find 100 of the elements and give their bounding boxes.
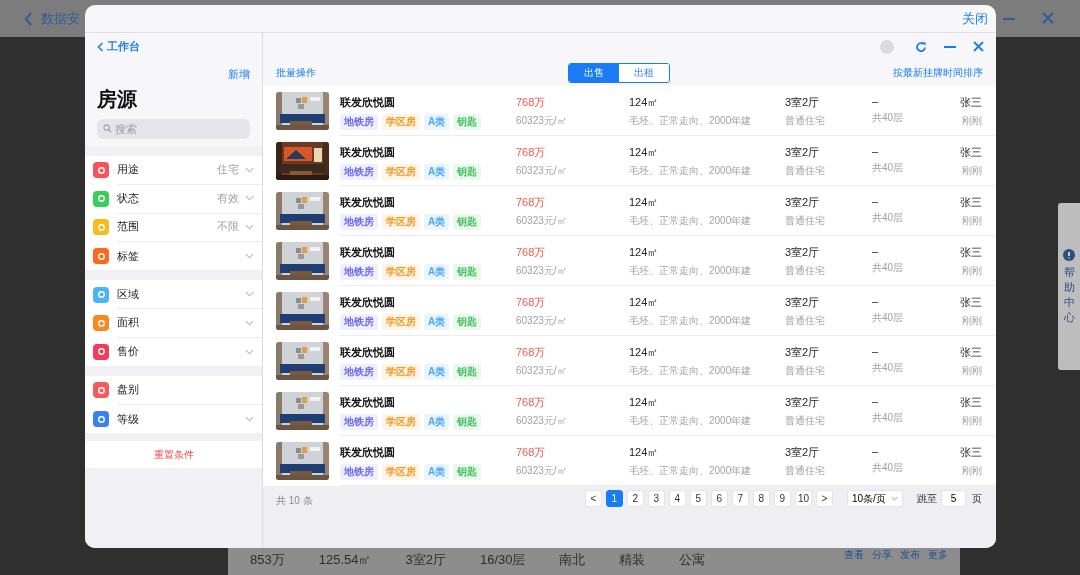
tag: 地铁房 [340, 464, 378, 480]
filter-item[interactable]: 状态 有效 [85, 184, 262, 214]
floor-total: 共40层 [872, 261, 905, 275]
prev-page-button[interactable]: < [584, 490, 602, 507]
floor: – [872, 295, 880, 307]
property-type: 普通住宅 [785, 464, 826, 478]
floor: – [872, 445, 880, 457]
floor-total: 共40层 [872, 311, 905, 325]
floor: – [872, 95, 880, 107]
tag: 钥匙 [453, 364, 482, 380]
listing-row[interactable]: 联发欣悦圆 地铁房 学区房 A类 钥匙 768万 60323元/㎡ 124㎡ 毛坯、正常走向、2000年建 3室2厅 普通住宅 – 共40层 张三 刚刚 [263, 186, 996, 236]
listing-row[interactable]: 联发欣悦圆 地铁房 学区房 A类 钥匙 768万 60323元/㎡ 124㎡ 毛坯、正常走向、2000年建 3室2厅 普通住宅 – 共40层 张三 刚刚 [263, 336, 996, 386]
agent-name: 张三 [960, 95, 982, 110]
page-button[interactable]: 7 [731, 490, 749, 507]
time-label: 刚刚 [962, 214, 982, 228]
listing-title: 联发欣悦圆 [340, 95, 396, 110]
floor-total: 共40层 [872, 461, 905, 475]
page-button[interactable]: 4 [668, 490, 686, 507]
filter-item[interactable]: 标签 [85, 241, 262, 271]
filter-item[interactable]: 盘别 [85, 376, 262, 405]
property-type: 普通住宅 [785, 364, 826, 378]
listing-row[interactable]: 联发欣悦圆 地铁房 学区房 A类 钥匙 768万 60323元/㎡ 124㎡ 毛坯、正常走向、2000年建 3室2厅 普通住宅 – 共40层 张三 刚刚 [263, 386, 996, 436]
filter-item[interactable]: 区域 [85, 280, 262, 309]
page-size-select[interactable]: 10条/页 [847, 490, 903, 507]
page-button[interactable]: 6 [710, 490, 728, 507]
filter-item[interactable]: 等级 [85, 404, 262, 434]
info-icon [1063, 249, 1075, 261]
page-button[interactable]: 8 [752, 490, 770, 507]
back-link[interactable]: 工作台 [97, 39, 140, 54]
sort-link[interactable]: 按最新挂牌时间排序 [893, 66, 983, 80]
listing-value: 3室2厅 [405, 551, 446, 569]
unit-price: 60323元/㎡ [516, 114, 568, 128]
listing-row[interactable]: 联发欣悦圆 地铁房 学区房 A类 钥匙 768万 60323元/㎡ 124㎡ 毛坯、正常走向、2000年建 3室2厅 普通住宅 – 共40层 张三 刚刚 [263, 236, 996, 286]
price: 768万 [516, 445, 547, 460]
reset-button[interactable]: 重置条件 [147, 446, 200, 463]
filter-item[interactable]: 范围 不限 [85, 213, 262, 242]
tag: 钥匙 [453, 264, 482, 280]
filter-value: 住宅 [217, 162, 239, 178]
close-icon[interactable] [973, 41, 984, 52]
next-page-button[interactable]: > [816, 490, 833, 507]
tag: 地铁房 [340, 414, 378, 430]
area: 124㎡ [629, 395, 785, 410]
listing-value: 16/30层 [479, 551, 526, 569]
tag: 钥匙 [453, 414, 482, 430]
tag: 学区房 [382, 114, 420, 130]
tag: A类 [424, 114, 450, 130]
chevron-down-icon [891, 496, 898, 501]
search-field[interactable]: 搜索 [97, 119, 250, 139]
filter-item[interactable]: 面积 [85, 308, 262, 338]
tag: A类 [424, 214, 450, 230]
unit-price: 60323元/㎡ [516, 414, 568, 428]
segment-tab[interactable]: 出售 [569, 64, 619, 82]
segment-tab[interactable]: 出租 [619, 64, 669, 82]
listing-title: 联发欣悦圆 [340, 195, 396, 210]
listing-row[interactable]: 联发欣悦圆 地铁房 学区房 A类 钥匙 768万 60323元/㎡ 124㎡ 毛坯、正常走向、2000年建 3室2厅 普通住宅 – 共40层 张三 刚刚 [263, 136, 996, 186]
area-details: 毛坯、正常走向、2000年建 [629, 114, 753, 128]
area: 124㎡ [629, 195, 785, 210]
tag: 学区房 [382, 164, 420, 180]
area: 124㎡ [629, 345, 785, 360]
tag: A类 [424, 264, 450, 280]
agent-name: 张三 [960, 245, 982, 260]
unit-price: 60323元/㎡ [516, 314, 568, 328]
agent-name: 张三 [960, 145, 982, 160]
tag: A类 [424, 314, 450, 330]
unit-price: 60323元/㎡ [516, 164, 568, 178]
listing-row[interactable]: 联发欣悦圆 地铁房 学区房 A类 钥匙 768万 60323元/㎡ 124㎡ 毛坯、正常走向、2000年建 3室2厅 普通住宅 – 共40层 张三 刚刚 [263, 286, 996, 336]
filter-item[interactable]: 用途 住宅 [85, 156, 262, 185]
price: 768万 [516, 345, 547, 360]
page-button[interactable]: 1 [605, 490, 623, 507]
price: 768万 [516, 295, 547, 310]
floor-total: 共40层 [872, 361, 905, 375]
floor-total: 共40层 [872, 211, 905, 225]
page-button[interactable]: 2 [626, 490, 644, 507]
floor: – [872, 345, 880, 357]
page-button[interactable]: 3 [647, 490, 665, 507]
floor-total: 共40层 [872, 411, 905, 425]
batch-link[interactable]: 批量操作 [276, 66, 316, 80]
total-count: 共 10 条 [276, 494, 313, 508]
page-unit: 页 [972, 491, 982, 506]
tag: A类 [424, 464, 450, 480]
property-type: 普通住宅 [785, 214, 826, 228]
property-type: 普通住宅 [785, 264, 826, 278]
listing-row[interactable]: 联发欣悦圆 地铁房 学区房 A类 钥匙 768万 60323元/㎡ 124㎡ 毛坯、正常走向、2000年建 3室2厅 普通住宅 – 共40层 张三 刚刚 [263, 86, 996, 136]
refresh-icon[interactable] [915, 40, 927, 53]
page-input[interactable]: 5 [941, 490, 966, 507]
filter-item[interactable]: 售价 [85, 337, 262, 367]
price: 768万 [516, 395, 547, 410]
help-tab[interactable]: 帮助中心 [1058, 203, 1080, 370]
area-details: 毛坯、正常走向、2000年建 [629, 264, 753, 278]
time-label: 刚刚 [962, 114, 982, 128]
page-title: 数据安 [41, 9, 80, 28]
page-button[interactable]: 9 [773, 490, 791, 507]
price: 768万 [516, 145, 547, 160]
page-button[interactable]: 5 [689, 490, 707, 507]
tag: 学区房 [382, 314, 420, 330]
close-link[interactable]: 关闭 [962, 9, 988, 28]
listing-row[interactable]: 联发欣悦圆 地铁房 学区房 A类 钥匙 768万 60323元/㎡ 124㎡ 毛坯、正常走向、2000年建 3室2厅 普通住宅 – 共40层 张三 刚刚 [263, 436, 996, 486]
page-button[interactable]: 10 [794, 490, 812, 507]
layout: 3室2厅 [785, 95, 821, 110]
add-link[interactable]: 新增 [228, 67, 250, 82]
